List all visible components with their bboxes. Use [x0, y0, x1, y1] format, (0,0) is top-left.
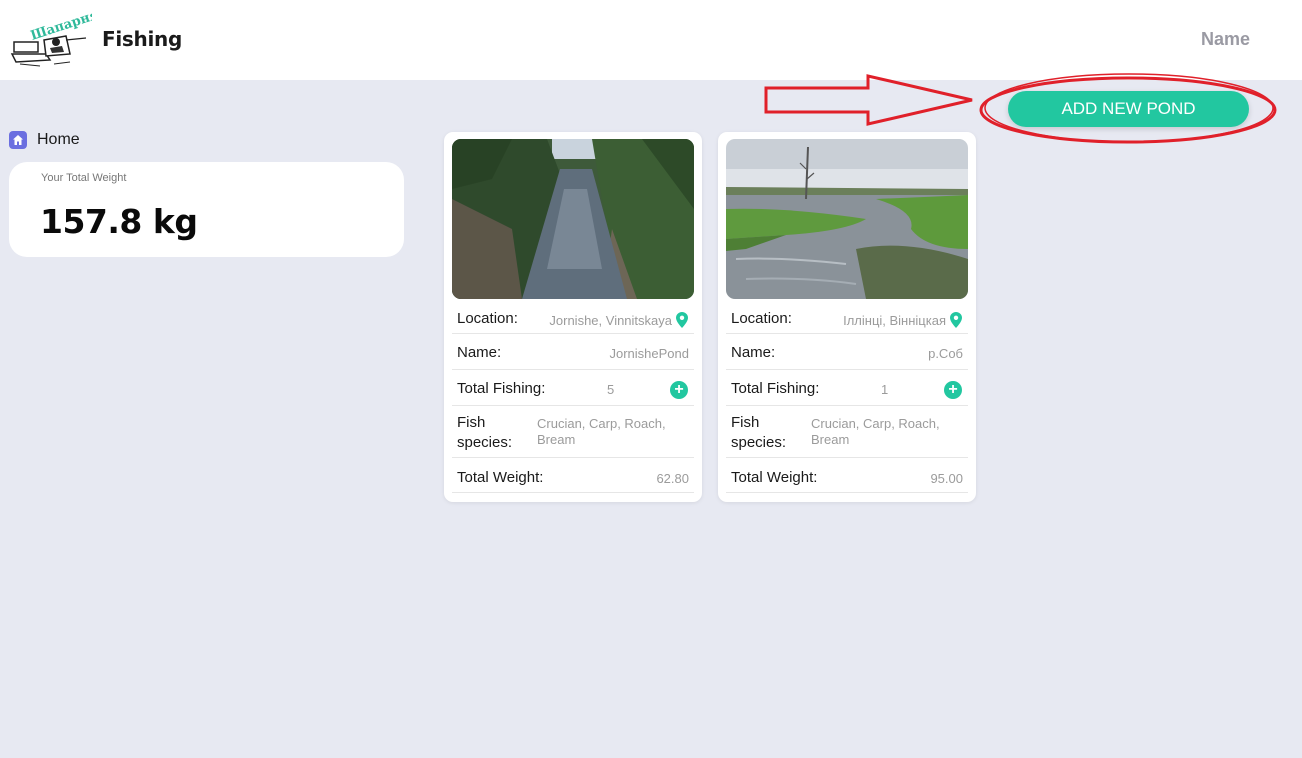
- sidebar-item-home[interactable]: Home: [9, 130, 80, 150]
- add-new-pond-button[interactable]: ADD NEW POND: [1008, 91, 1249, 127]
- name-label: Name:: [731, 344, 776, 361]
- pond-card[interactable]: Location: Jornishe, Vinnitskaya Name: Jo…: [444, 132, 702, 502]
- pond-location-row: Location: Іллінці, Вінніцкая: [726, 304, 968, 334]
- total-weight-row-value: 62.80: [656, 471, 689, 486]
- total-weight-value: 157.8 kg: [40, 202, 198, 241]
- home-icon: [9, 131, 27, 149]
- total-fishing-label: Total Fishing:: [457, 380, 546, 397]
- fish-species-value-line1: Crucian, Carp, Roach,: [537, 416, 666, 431]
- annotation-arrow: [764, 74, 973, 126]
- total-weight-card: Your Total Weight 157.8 kg: [9, 162, 404, 257]
- pond-location-row: Location: Jornishe, Vinnitskaya: [452, 304, 694, 334]
- pond-total-fishing-row: Total Fishing: 1 +: [726, 370, 968, 406]
- fish-species-value-line2: Bream: [537, 432, 576, 447]
- total-weight-caption: Your Total Weight: [41, 172, 127, 184]
- pond-card[interactable]: Location: Іллінці, Вінніцкая Name: р.Соб…: [718, 132, 976, 502]
- total-weight-row-value: 95.00: [930, 471, 963, 486]
- name-value: JornishePond: [609, 346, 690, 361]
- pond-total-weight-row: Total Weight: 95.00: [726, 458, 968, 493]
- total-weight-label: Total Weight:: [457, 469, 544, 486]
- pond-name-row: Name: JornishePond: [452, 334, 694, 370]
- name-value: р.Соб: [928, 346, 963, 361]
- pond-fish-species-row: Fish species: Crucian, Carp, Roach, Brea…: [726, 406, 968, 458]
- pond-fish-species-row: Fish species: Crucian, Carp, Roach, Brea…: [452, 406, 694, 458]
- total-fishing-label: Total Fishing:: [731, 380, 820, 397]
- fish-species-label-line2: species:: [457, 434, 513, 451]
- pond-image-river-meadow: [726, 139, 968, 299]
- name-label: Name:: [457, 344, 502, 361]
- total-weight-label: Total Weight:: [731, 469, 818, 486]
- fish-species-label-line1: Fish: [731, 414, 760, 431]
- total-fishing-value: 5: [607, 382, 615, 397]
- pond-name-row: Name: р.Соб: [726, 334, 968, 370]
- app-logo[interactable]: Шапарня: [10, 7, 101, 68]
- location-value: Jornishe, Vinnitskaya: [549, 313, 672, 328]
- app-title: Fishing: [102, 27, 182, 51]
- pond-image-river-canyon: [452, 139, 694, 299]
- map-pin-icon: [676, 312, 688, 328]
- sidebar-item-label: Home: [37, 131, 80, 148]
- user-name[interactable]: Name: [1201, 29, 1250, 50]
- top-bar: Шапарня Fishing Name: [0, 0, 1302, 80]
- pond-total-fishing-row: Total Fishing: 5 +: [452, 370, 694, 406]
- location-label: Location:: [731, 310, 792, 327]
- location-value: Іллінці, Вінніцкая: [843, 313, 946, 328]
- fish-species-label-line1: Fish: [457, 414, 486, 431]
- total-fishing-value: 1: [881, 382, 889, 397]
- fish-species-value-line2: Bream: [811, 432, 850, 447]
- fish-species-value-line1: Crucian, Carp, Roach,: [811, 416, 940, 431]
- map-pin-icon: [950, 312, 962, 328]
- fish-species-label-line2: species:: [731, 434, 787, 451]
- location-label: Location:: [457, 310, 518, 327]
- add-fishing-button[interactable]: +: [670, 381, 688, 399]
- add-fishing-button[interactable]: +: [944, 381, 962, 399]
- pond-total-weight-row: Total Weight: 62.80: [452, 458, 694, 493]
